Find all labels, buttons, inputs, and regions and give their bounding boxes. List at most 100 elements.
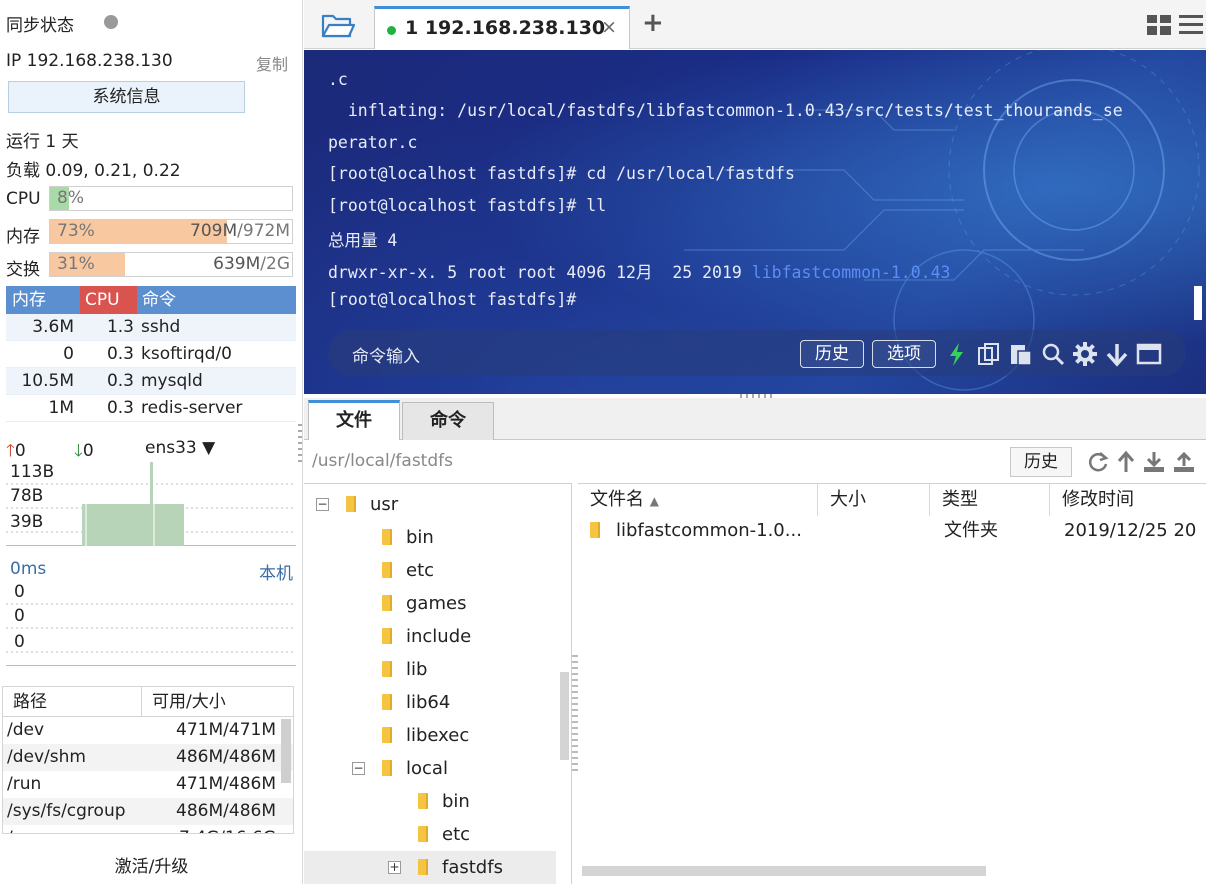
current-path[interactable]: /usr/local/fastdfs xyxy=(312,451,453,471)
tree-node-lib[interactable]: lib xyxy=(382,653,427,686)
command-history-button[interactable]: 历史 xyxy=(800,340,864,368)
terminal[interactable]: .c inflating: /usr/local/fastdfs/libfast… xyxy=(304,50,1206,394)
paste-icon[interactable] xyxy=(1008,341,1034,367)
memory-meter-label: 内存 xyxy=(6,227,40,247)
ping-scale-high: 0 xyxy=(14,582,25,602)
close-icon[interactable]: × xyxy=(601,16,617,38)
session-tab-title: 1 192.168.238.130 xyxy=(405,17,606,39)
table-row[interactable]: 1M 0.3 redis-server xyxy=(6,395,296,422)
activate-upgrade-link[interactable]: 激活/升级 xyxy=(0,852,302,877)
tree-node-bin[interactable]: bin xyxy=(382,521,434,554)
column-modified-time[interactable]: 修改时间 xyxy=(1050,484,1206,516)
disk-table-body: /dev 471M/471M /dev/shm 486M/486M /run 4… xyxy=(3,717,293,833)
folder-icon xyxy=(346,496,356,512)
tree-node-local-bin[interactable]: bin xyxy=(418,785,470,818)
download-icon[interactable] xyxy=(1142,450,1166,474)
table-row[interactable]: / 7.4G/16.6G xyxy=(3,825,293,833)
sync-status-indicator xyxy=(104,15,118,29)
table-row[interactable]: /sys/fs/cgroup 486M/486M xyxy=(3,798,293,825)
memory-meter-amount: 709M/972M xyxy=(190,221,290,241)
disk-usage-table: 路径 可用/大小 /dev 471M/471M /dev/shm 486M/48… xyxy=(2,686,294,834)
path-bar: /usr/local/fastdfs 历史 xyxy=(304,441,1206,481)
network-interface-select[interactable]: ens33 ▼ xyxy=(145,438,215,458)
new-tab-button[interactable]: + xyxy=(642,8,664,38)
left-panel: 同步状态 IP 192.168.238.130 复制 系统信息 运行 1 天 负… xyxy=(0,0,303,884)
terminal-scrollbar[interactable] xyxy=(1194,286,1202,320)
tree-node-fastdfs[interactable]: + fastdfs xyxy=(304,851,556,884)
file-list-scrollbar[interactable] xyxy=(582,866,986,876)
layout-grid-icon[interactable] xyxy=(1147,15,1171,35)
column-size[interactable]: 大小 xyxy=(818,484,930,516)
command-input-bar: 命令输入 历史 选项 xyxy=(328,330,1186,376)
command-options-button[interactable]: 选项 xyxy=(872,340,936,368)
load-average: 负载 0.09, 0.21, 0.22 xyxy=(6,161,181,181)
search-icon[interactable] xyxy=(1040,341,1066,367)
collapse-icon[interactable]: − xyxy=(316,498,329,511)
connection-status-dot xyxy=(387,26,396,35)
expand-icon[interactable]: + xyxy=(388,861,401,874)
tree-node-usr[interactable]: − usr xyxy=(314,488,398,521)
tree-node-lib64[interactable]: lib64 xyxy=(382,686,450,719)
ping-scale-low: 0 xyxy=(14,632,25,652)
swap-meter: 31% 639M/2G xyxy=(49,252,293,277)
network-scale-low: 39B xyxy=(10,512,44,532)
upload-icon[interactable] xyxy=(1172,450,1196,474)
column-memory[interactable]: 内存 xyxy=(6,286,80,314)
table-row[interactable]: /dev/shm 486M/486M xyxy=(3,744,293,771)
ping-latency: 0ms xyxy=(10,559,47,579)
lower-tab-bar: 文件 命令 xyxy=(304,398,1206,440)
table-row[interactable]: 0 0.3 ksoftirqd/0 xyxy=(6,341,296,368)
column-available-size[interactable]: 可用/大小 xyxy=(142,687,293,716)
cpu-meter-label: CPU xyxy=(6,189,41,209)
path-history-button[interactable]: 历史 xyxy=(1010,447,1072,477)
collapse-icon[interactable]: − xyxy=(352,762,365,775)
terminal-prompt: [root@localhost fastdfs]# xyxy=(328,290,577,309)
tree-node-etc[interactable]: etc xyxy=(382,554,434,587)
sort-ascending-icon: ▲ xyxy=(649,494,659,508)
lightning-icon[interactable] xyxy=(944,341,970,367)
menu-icon[interactable] xyxy=(1179,14,1203,36)
table-row[interactable]: /run 471M/486M xyxy=(3,771,293,798)
tree-scrollbar[interactable] xyxy=(560,672,569,760)
arrow-down-icon[interactable] xyxy=(1104,341,1130,367)
gear-icon[interactable] xyxy=(1072,341,1098,367)
tree-node-local[interactable]: − local xyxy=(350,752,448,785)
parent-folder-icon[interactable] xyxy=(1114,450,1138,474)
folder-icon xyxy=(382,529,392,545)
file-type: 文件夹 xyxy=(944,520,998,541)
table-row[interactable]: 10.5M 0.3 mysqld xyxy=(6,368,296,395)
system-info-button[interactable]: 系统信息 xyxy=(8,81,245,113)
folder-icon xyxy=(418,859,428,875)
tree-node-games[interactable]: games xyxy=(382,587,466,620)
copy-icon[interactable] xyxy=(976,341,1002,367)
disk-table-scrollbar[interactable] xyxy=(281,719,291,783)
open-folder-icon[interactable] xyxy=(320,10,356,40)
file-list: 文件名 ▲ 大小 类型 修改时间 libfastcommon-1.0... 文件… xyxy=(578,483,1206,884)
tab-files[interactable]: 文件 xyxy=(308,400,400,440)
column-type[interactable]: 类型 xyxy=(930,484,1050,516)
fullscreen-icon[interactable] xyxy=(1136,341,1162,367)
terminal-line: .c xyxy=(328,70,348,89)
session-tab[interactable]: 1 192.168.238.130 × xyxy=(374,6,630,49)
tree-node-local-etc[interactable]: etc xyxy=(418,818,470,851)
command-input[interactable]: 命令输入 xyxy=(352,342,420,367)
folder-icon xyxy=(382,694,392,710)
tab-commands[interactable]: 命令 xyxy=(402,402,494,440)
column-path[interactable]: 路径 xyxy=(3,687,142,716)
process-table-header: 内存 CPU 命令 xyxy=(6,286,296,314)
column-command[interactable]: 命令 xyxy=(137,286,296,314)
terminal-line: inflating: /usr/local/fastdfs/libfastcom… xyxy=(328,101,1123,120)
column-cpu[interactable]: CPU xyxy=(80,286,137,314)
table-row[interactable]: /dev 471M/471M xyxy=(3,717,293,744)
table-row[interactable]: 3.6M 1.3 sshd xyxy=(6,314,296,341)
ping-target[interactable]: 本机 xyxy=(259,559,293,584)
tree-node-libexec[interactable]: libexec xyxy=(382,719,469,752)
column-filename[interactable]: 文件名 ▲ xyxy=(578,484,818,516)
refresh-icon[interactable] xyxy=(1086,450,1110,474)
copy-ip-link[interactable]: 复制 xyxy=(256,51,288,75)
swap-meter-label: 交换 xyxy=(6,260,40,280)
ping-scale-mid: 0 xyxy=(14,606,25,626)
left-splitter[interactable] xyxy=(298,424,302,464)
tree-node-include[interactable]: include xyxy=(382,620,471,653)
terminal-line: drwxr-xr-x. 5 root root 4096 12月 25 2019… xyxy=(328,263,951,282)
